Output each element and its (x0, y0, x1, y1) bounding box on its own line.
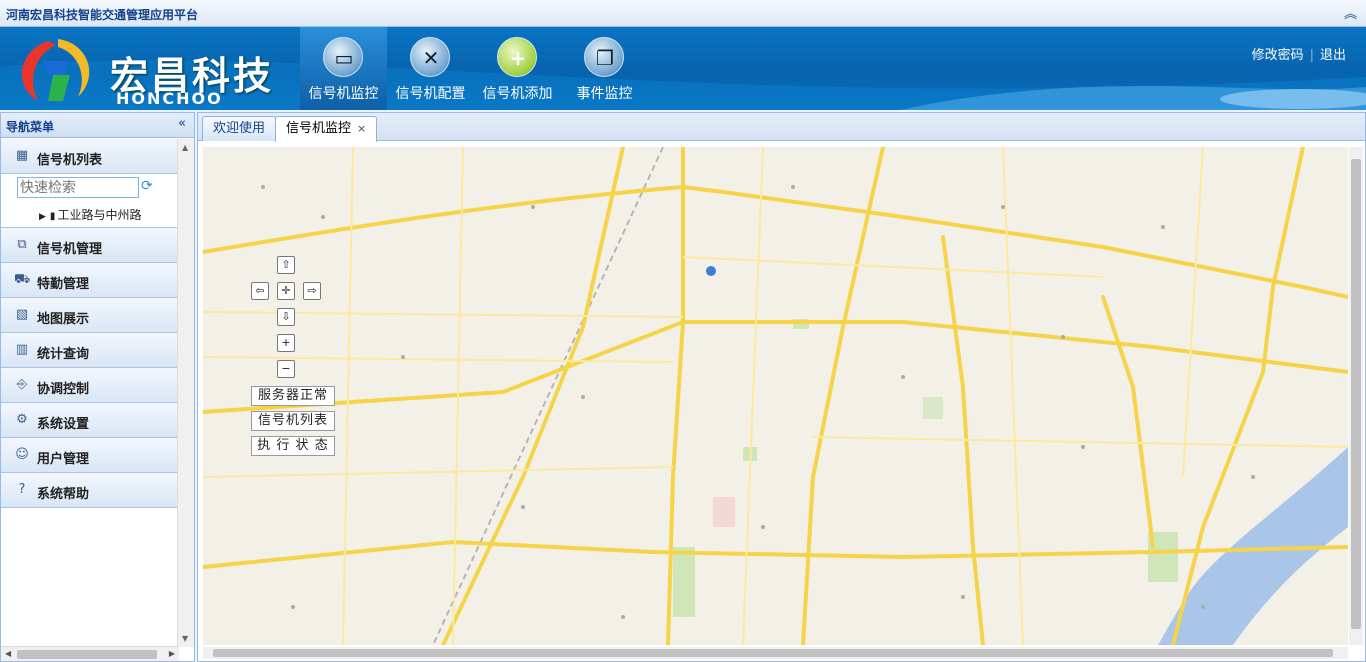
sidebar-item-label: 协调控制 (37, 382, 90, 397)
sidebar-item-label: 地图展示 (37, 312, 90, 327)
tree-item[interactable]: ▶ ▮ 工业路与中州路 (39, 206, 141, 223)
refresh-icon[interactable]: ⟳ (141, 179, 155, 193)
brand-name-en: HONCHOO (116, 89, 223, 108)
traffic-light-icon: ▮ (49, 211, 56, 222)
search-input[interactable] (17, 177, 139, 198)
sidebar-item-help[interactable]: ? 系统帮助 (1, 473, 179, 508)
scroll-left-icon[interactable]: ◀ (5, 649, 11, 658)
gear-icon: ⚙ (16, 412, 28, 427)
nav-signal-add[interactable]: + 信号机添加 (474, 27, 561, 110)
tools-icon: ✕ (410, 37, 450, 77)
close-icon[interactable]: × (357, 122, 366, 135)
nav-signal-config[interactable]: ✕ 信号机配置 (387, 27, 474, 110)
app-title: 河南宏昌科技智能交通管理应用平台 (6, 8, 199, 22)
add-icon: + (497, 37, 537, 77)
sidebar-item-special-duty[interactable]: ⛟ 特勤管理 (1, 263, 179, 298)
coordination-icon: ⎆ (16, 377, 28, 392)
sidebar-item-label: 信号机管理 (37, 242, 103, 257)
nav-menu-panel: 导航菜单 « ▦ 信号机列表 ⟳ ▶▮工业路与中州路 ⧉ 信号机管理 ⛟ 特勤管… (0, 112, 195, 662)
nav-menu-title: 导航菜单 (6, 120, 55, 134)
server-status-button[interactable]: 服务器正常 (251, 386, 335, 406)
scroll-thumb[interactable] (213, 649, 1333, 657)
scroll-right-icon[interactable]: ▶ (169, 649, 175, 658)
nav-event-monitor[interactable]: ❐ 事件监控 (561, 27, 648, 110)
sidebar-item-map-display[interactable]: ▧ 地图展示 (1, 298, 179, 333)
scroll-up-icon[interactable]: ▲ (182, 143, 188, 152)
sidebar-horizontal-scrollbar[interactable]: ◀ ▶ (1, 646, 179, 661)
help-icon: ? (18, 482, 26, 497)
pan-right-button[interactable]: ⇨ (303, 282, 321, 300)
tab-welcome[interactable]: 欢迎使用 (202, 116, 277, 141)
tab-label: 信号机监控 (286, 121, 352, 136)
nav-label: 信号机监控 (308, 86, 379, 102)
collapse-up-icon[interactable]: ︽ (1344, 3, 1358, 22)
logout-link[interactable]: 退出 (1320, 48, 1346, 63)
sidebar-item-system-settings[interactable]: ⚙ 系统设置 (1, 403, 179, 438)
sidebar-item-signal-list[interactable]: ▦ 信号机列表 (1, 139, 179, 174)
top-links: 修改密码 | 退出 (1252, 44, 1346, 63)
logo-mark-icon (21, 39, 90, 101)
sidebar-item-label: 信号机列表 (37, 153, 103, 168)
tree-item-label: 工业路与中州路 (57, 208, 142, 222)
signal-manage-icon: ⧉ (17, 237, 27, 252)
tree-expand-icon[interactable]: ▶ (39, 212, 46, 222)
scroll-thumb[interactable] (1351, 159, 1361, 629)
map-vertical-scrollbar[interactable] (1349, 147, 1363, 645)
title-bar: 河南宏昌科技智能交通管理应用平台 ︽ (0, 0, 1366, 27)
brand-logo: 宏昌科技 HONCHOO (8, 31, 296, 109)
calendar-icon: ▦ (15, 148, 29, 163)
map-horizontal-scrollbar[interactable] (203, 647, 1348, 659)
scroll-down-icon[interactable]: ▼ (182, 634, 188, 643)
signal-list-button[interactable]: 信号机列表 (251, 411, 335, 431)
scroll-thumb[interactable] (17, 650, 157, 659)
bar-chart-icon: ▥ (15, 342, 29, 357)
car-icon: ⛟ (14, 272, 31, 287)
map-icon: ▧ (15, 307, 29, 322)
sidebar-item-signal-manage[interactable]: ⧉ 信号机管理 (1, 228, 179, 263)
map-roads (203, 147, 1348, 645)
nav-menu-body: ▦ 信号机列表 ⟳ ▶▮工业路与中州路 ⧉ 信号机管理 ⛟ 特勤管理 ▧ 地图展… (1, 139, 179, 647)
pan-left-button[interactable]: ⇦ (251, 282, 269, 300)
sidebar-item-label: 统计查询 (37, 347, 90, 362)
collapse-left-icon[interactable]: « (178, 116, 186, 131)
tab-label: 欢迎使用 (213, 121, 266, 136)
pan-up-button[interactable]: ⇧ (277, 256, 295, 274)
sidebar-vertical-scrollbar[interactable]: ▲ ▼ (177, 139, 194, 647)
zoom-out-button[interactable]: − (277, 360, 295, 378)
zoom-in-button[interactable]: + (277, 334, 295, 352)
tab-signal-monitor[interactable]: 信号机监控 × (275, 116, 378, 142)
pan-center-button[interactable]: ✛ (277, 282, 295, 300)
user-icon: ☺ (15, 447, 29, 462)
link-separator: | (1309, 48, 1314, 63)
tab-bar: 欢迎使用 信号机监控 × (198, 113, 1365, 142)
sidebar-item-label: 特勤管理 (37, 277, 90, 292)
change-password-link[interactable]: 修改密码 (1252, 48, 1304, 63)
sidebar-item-label: 用户管理 (37, 452, 90, 467)
sidebar-item-statistics[interactable]: ▥ 统计查询 (1, 333, 179, 368)
city-map[interactable]: ⇧ ⇦ ✛ ⇨ ⇩ + − 服务器正常 信号机列表 执 行 状 态 (203, 147, 1348, 645)
nav-label: 事件监控 (576, 86, 633, 102)
nav-label: 信号机配置 (395, 86, 466, 102)
main-content: 欢迎使用 信号机监控 × ⇧ ⇦ ✛ ⇨ ⇩ + − 服务器正常 信号机列表 执… (197, 112, 1366, 662)
sidebar-item-label: 系统帮助 (37, 487, 90, 502)
sidebar-item-coordination[interactable]: ⎆ 协调控制 (1, 368, 179, 403)
sidebar-item-user-manage[interactable]: ☺ 用户管理 (1, 438, 179, 473)
main-nav: ▭ 信号机监控 ✕ 信号机配置 + 信号机添加 ❐ 事件监控 (300, 27, 648, 110)
pan-down-button[interactable]: ⇩ (277, 308, 295, 326)
sidebar-item-label: 系统设置 (37, 417, 90, 432)
nav-label: 信号机添加 (482, 86, 553, 102)
monitor-icon: ▭ (323, 37, 363, 77)
nav-menu-header: 导航菜单 « (1, 113, 194, 138)
nav-signal-monitor[interactable]: ▭ 信号机监控 (300, 27, 387, 110)
signal-list-panel: ⟳ ▶▮工业路与中州路 (1, 174, 179, 228)
header-banner: 宏昌科技 HONCHOO ▭ 信号机监控 ✕ 信号机配置 + 信号机添加 ❐ 事… (0, 27, 1366, 110)
windows-icon: ❐ (584, 37, 624, 77)
exec-status-button[interactable]: 执 行 状 态 (251, 436, 335, 456)
